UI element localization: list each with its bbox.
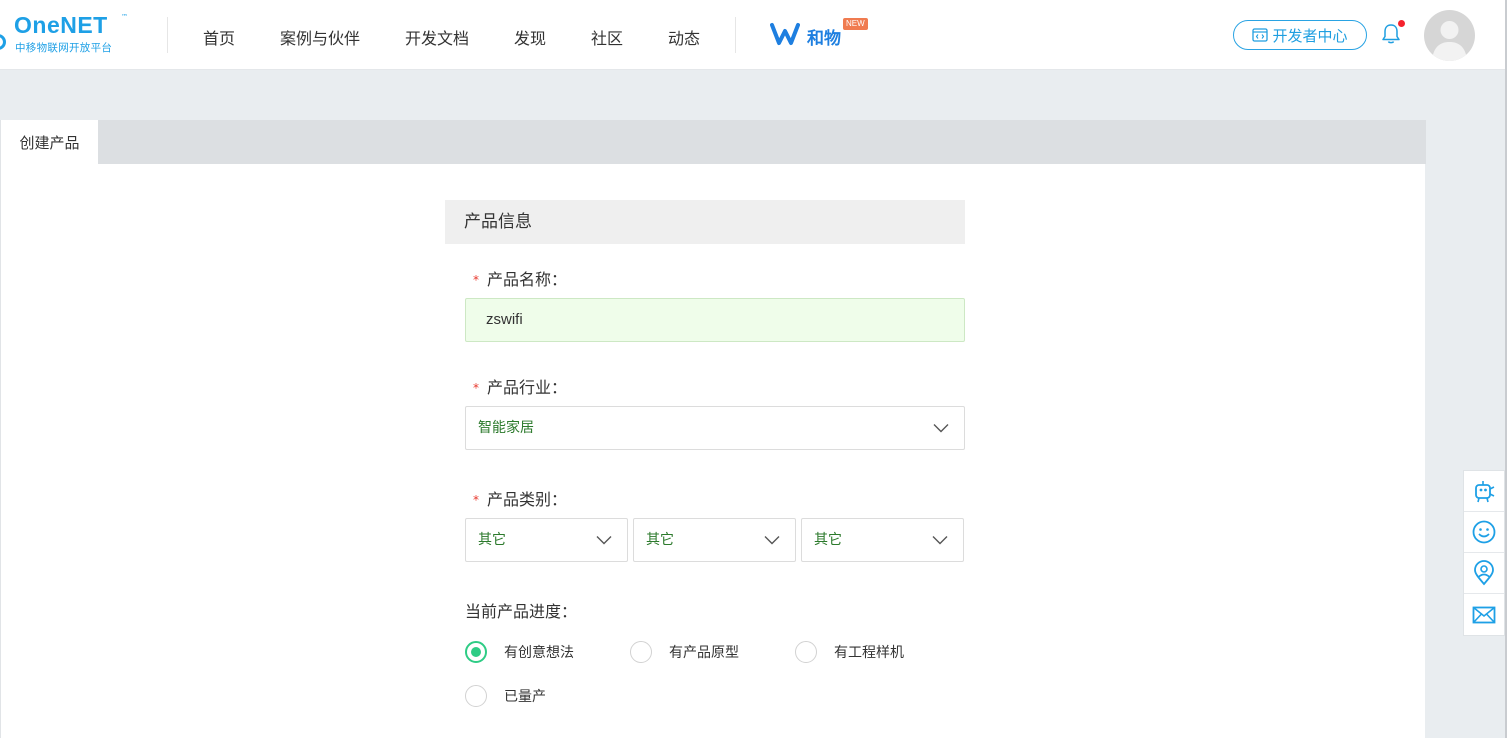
industry-selected-value: 智能家居 — [478, 420, 534, 436]
category-select-1[interactable]: 其它 — [465, 518, 628, 562]
onenet-logo[interactable]: OneNET ™ 中移物联网开放平台 — [0, 10, 140, 60]
tab-bar: 创建产品 — [1, 120, 1426, 164]
create-product-panel: 创建产品 产品信息 * 产品名称： zswifi * 产品行业： 智能家居 * 产品类… — [0, 120, 1426, 738]
nav-news[interactable]: 动态 — [668, 25, 700, 49]
product-industry-label-text: 产品行业： — [487, 378, 568, 397]
radio-button[interactable] — [630, 641, 652, 663]
product-info-header: 产品信息 — [445, 200, 965, 244]
feedback-button[interactable] — [1464, 512, 1504, 553]
smile-icon — [1472, 520, 1496, 544]
radio-label: 有产品原型 — [669, 645, 739, 661]
notification-dot — [1398, 20, 1405, 27]
chevron-down-icon — [764, 536, 780, 545]
developer-center-button[interactable]: 开发者中心 — [1233, 20, 1367, 50]
bell-icon[interactable] — [1381, 23, 1401, 45]
radio-button[interactable] — [465, 641, 487, 663]
category-1-value: 其它 — [478, 532, 506, 548]
header-divider — [167, 17, 168, 53]
hewu-label: 和物 — [807, 29, 841, 49]
nav-discover[interactable]: 发现 — [514, 25, 546, 49]
product-industry-label: * 产品行业： — [473, 374, 567, 398]
robot-icon — [1475, 481, 1495, 503]
category-3-value: 其它 — [814, 532, 842, 548]
chevron-down-icon — [932, 536, 948, 545]
category-select-3[interactable]: 其它 — [801, 518, 964, 562]
logo-trademark: ™ — [121, 13, 128, 21]
product-name-label: * 产品名称： — [473, 266, 567, 290]
logo-subtitle: 中移物联网开放平台 — [15, 42, 113, 54]
product-category-label-text: 产品类别： — [487, 490, 568, 509]
location-button[interactable] — [1464, 553, 1504, 594]
required-mark: * — [473, 381, 479, 395]
nav-home[interactable]: 首页 — [203, 25, 235, 49]
progress-option-mass-production[interactable]: 已量产 — [465, 685, 546, 707]
developer-center-label: 开发者中心 — [1272, 26, 1348, 45]
code-window-icon — [1252, 28, 1269, 42]
nav-dev-docs[interactable]: 开发文档 — [405, 25, 469, 49]
hewu-w-icon — [770, 23, 800, 45]
radio-label: 有创意想法 — [504, 645, 574, 661]
category-select-2[interactable]: 其它 — [633, 518, 796, 562]
radio-label: 有工程样机 — [834, 645, 904, 661]
product-industry-select[interactable]: 智能家居 — [465, 406, 965, 450]
user-avatar[interactable] — [1424, 10, 1475, 61]
logo-main-text: OneNET — [14, 12, 108, 38]
radio-button[interactable] — [795, 641, 817, 663]
radio-button[interactable] — [465, 685, 487, 707]
tab-create-product[interactable]: 创建产品 — [1, 120, 98, 164]
logo-ring-icon — [0, 34, 6, 50]
category-2-value: 其它 — [646, 532, 674, 548]
chevron-down-icon — [933, 424, 949, 433]
product-name-input[interactable]: zswifi — [465, 298, 965, 342]
required-mark: * — [473, 493, 479, 507]
radio-label: 已量产 — [504, 689, 546, 705]
top-header: OneNET ™ 中移物联网开放平台 首页 案例与伙伴 开发文档 发现 社区 动… — [0, 0, 1507, 70]
product-progress-label: 当前产品进度： — [465, 602, 578, 621]
robot-assistant-button[interactable] — [1464, 471, 1504, 512]
product-name-label-text: 产品名称： — [487, 270, 568, 289]
progress-option-prototype[interactable]: 有产品原型 — [630, 641, 739, 663]
mail-icon — [1472, 606, 1496, 623]
progress-option-idea[interactable]: 有创意想法 — [465, 641, 574, 663]
required-mark: * — [473, 273, 479, 287]
product-category-label: * 产品类别： — [473, 486, 567, 510]
location-icon — [1474, 560, 1494, 586]
mail-button[interactable] — [1464, 594, 1504, 635]
progress-option-engineering-sample[interactable]: 有工程样机 — [795, 641, 904, 663]
chevron-down-icon — [596, 536, 612, 545]
user-silhouette-icon — [1432, 21, 1467, 61]
nav-cases-partners[interactable]: 案例与伙伴 — [280, 25, 360, 49]
header-divider — [735, 17, 736, 53]
new-badge: NEW — [843, 18, 868, 30]
nav-community[interactable]: 社区 — [591, 25, 623, 49]
floating-toolbar — [1463, 470, 1505, 636]
